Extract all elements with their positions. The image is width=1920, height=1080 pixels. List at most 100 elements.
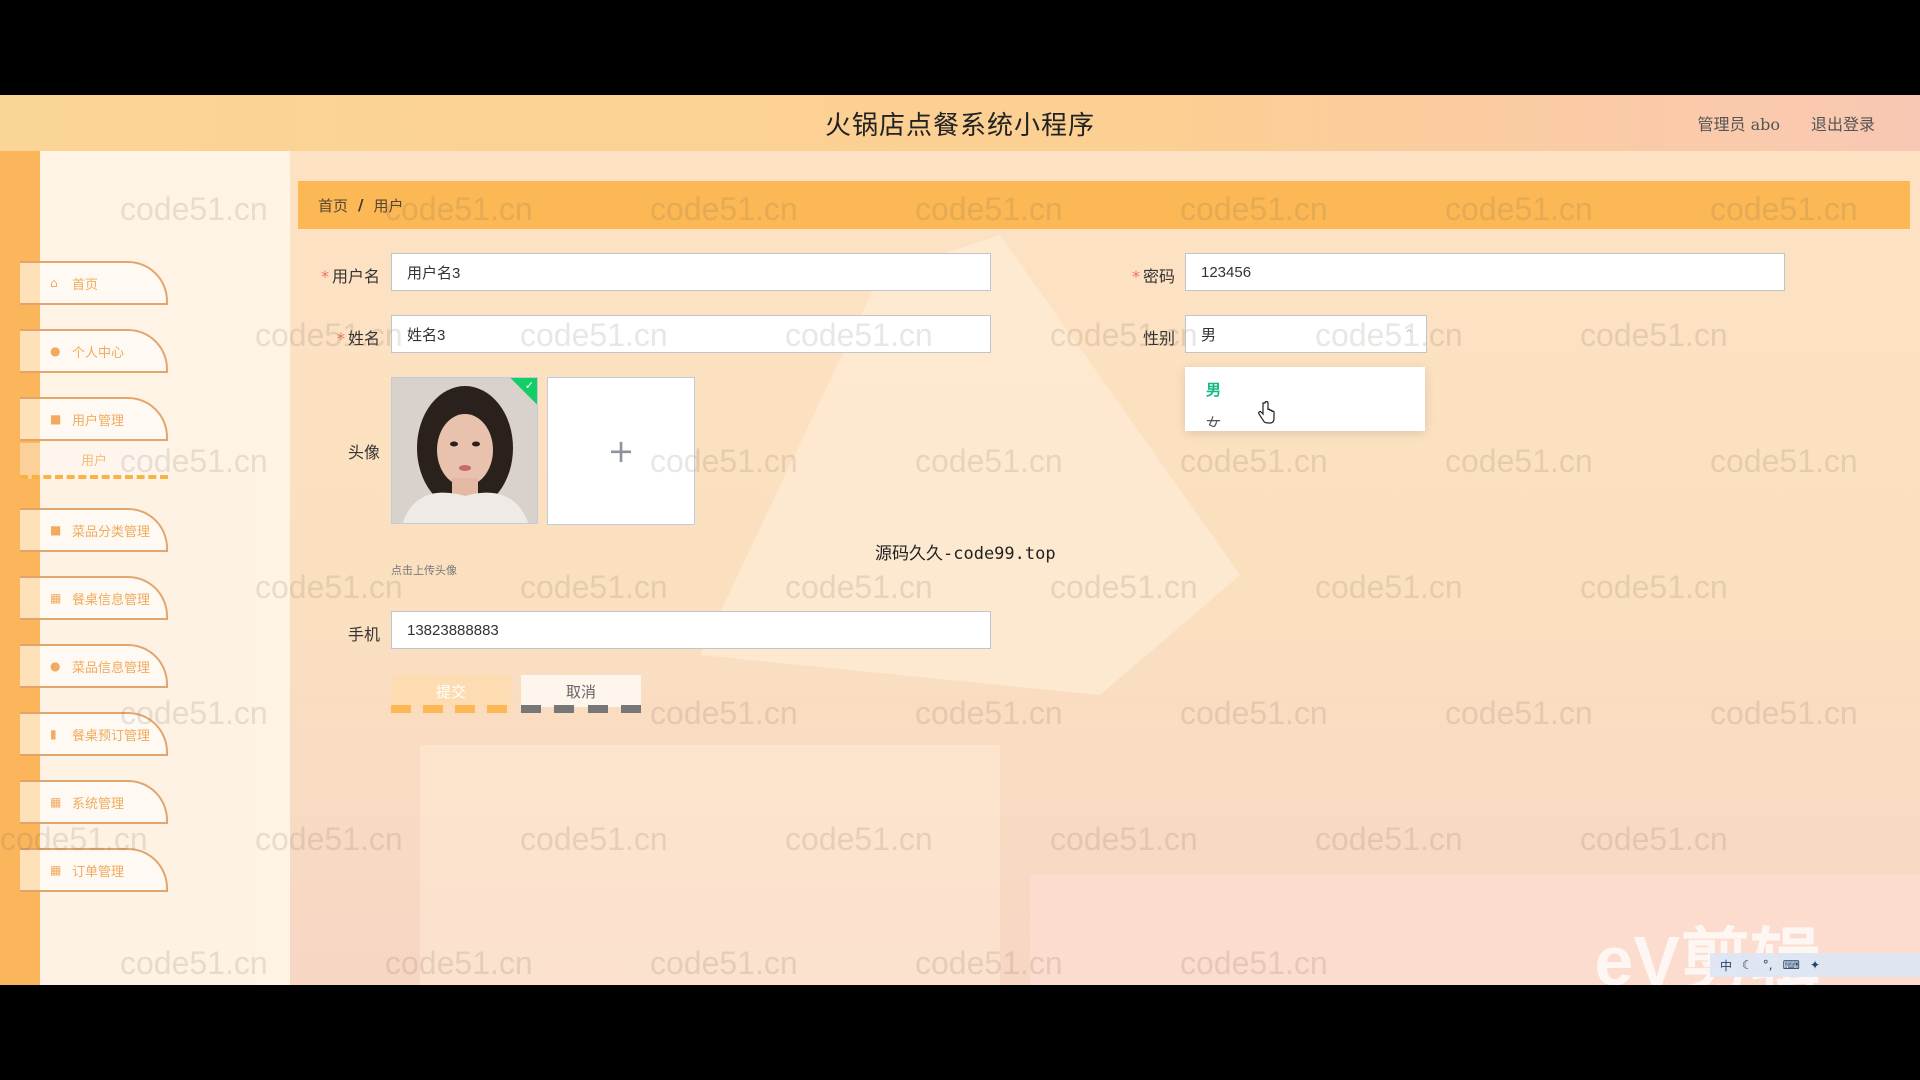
gender-select-value: 男	[1201, 326, 1217, 344]
keyboard-icon: ⌨	[1782, 958, 1800, 972]
watermark: code51.cn	[915, 945, 1063, 981]
watermark: code51.cn	[120, 945, 268, 981]
required-mark: *	[320, 267, 329, 286]
sidebar-item-label: 餐桌信息管理	[72, 592, 151, 608]
watermark: code51.cn	[785, 821, 933, 857]
input-method-icon: 中	[1720, 958, 1733, 973]
user-icon: ●	[50, 344, 61, 358]
gender-option-male[interactable]: 男	[1206, 379, 1221, 400]
overlay-watermark-text: 源码久久-code99.top	[875, 544, 1056, 564]
watermark: code51.cn	[650, 191, 798, 227]
system-tray: 中 ☾ °, ⌨ ✦	[1710, 953, 1920, 977]
watermark: code51.cn	[785, 569, 933, 605]
watermark: code51.cn	[915, 443, 1063, 479]
watermark: code51.cn	[650, 443, 798, 479]
watermark: code51.cn	[1315, 821, 1463, 857]
watermark: code51.cn	[120, 443, 268, 479]
watermark: code51.cn	[1050, 317, 1198, 353]
watermark: code51.cn	[650, 945, 798, 981]
watermark: code51.cn	[1180, 945, 1328, 981]
bulb-icon: ●	[50, 659, 61, 673]
sidebar-item-table-info[interactable]: ▦ 餐桌信息管理	[20, 576, 168, 620]
apps-icon: ▦	[50, 795, 62, 809]
watermark: code51.cn	[255, 569, 403, 605]
watermark: code51.cn	[1050, 569, 1198, 605]
watermark: code51.cn	[1580, 317, 1728, 353]
punctuation-icon: °,	[1762, 958, 1773, 972]
watermark: code51.cn	[1180, 443, 1328, 479]
sidebar-item-profile[interactable]: ● 个人中心	[20, 329, 168, 373]
chart-icon: ▮	[50, 727, 57, 741]
sidebar-item-label: 系统管理	[72, 796, 125, 812]
watermark: code51.cn	[1445, 695, 1593, 731]
watermark: code51.cn	[1445, 191, 1593, 227]
top-header: 火锅店点餐系统小程序 管理员 abo 退出登录	[0, 95, 1920, 151]
watermark: code51.cn	[1180, 191, 1328, 227]
required-mark: *	[1131, 267, 1140, 286]
username-input[interactable]: 用户名3	[391, 253, 991, 291]
apps-icon: ▦	[50, 863, 62, 877]
watermark: code51.cn	[1315, 317, 1463, 353]
watermark: code51.cn	[650, 695, 798, 731]
sidebar-item-dish-category[interactable]: ■ 菜品分类管理	[20, 508, 168, 552]
watermark: code51.cn	[120, 695, 268, 731]
avatar-image[interactable]: ✓	[391, 377, 538, 524]
watermark: code51.cn	[1580, 821, 1728, 857]
sidebar-item-label: 菜品分类管理	[72, 524, 151, 540]
watermark: code51.cn	[520, 317, 668, 353]
sidebar-item-label: 菜品信息管理	[72, 660, 151, 676]
sidebar-item-dish-info[interactable]: ● 菜品信息管理	[20, 644, 168, 688]
watermark: code51.cn	[1710, 443, 1858, 479]
sidebar-item-home[interactable]: ⌂ 首页	[20, 261, 168, 305]
sidebar-item-label: 用户管理	[72, 413, 125, 429]
breadcrumb: 首页 / 用户	[298, 181, 1910, 229]
grid-icon: ▦	[50, 591, 62, 605]
watermark: code51.cn	[785, 317, 933, 353]
moon-icon: ☾	[1742, 958, 1753, 972]
users-icon: ■	[50, 412, 62, 426]
phone-input[interactable]: 13823888883	[391, 611, 991, 649]
password-label: * 密码	[1131, 267, 1175, 286]
watermark: code51.cn	[915, 695, 1063, 731]
username-label: * 用户名	[320, 267, 380, 286]
admin-user-label: 管理员 abo	[1697, 115, 1780, 134]
hand-cursor-icon	[1258, 401, 1275, 424]
gender-option-female[interactable]: 女	[1206, 413, 1221, 427]
watermark: code51.cn	[120, 191, 268, 227]
watermark: code51.cn	[1315, 569, 1463, 605]
button-underline-decoration	[391, 705, 641, 713]
watermark: code51.cn	[1050, 821, 1198, 857]
password-input[interactable]: 123456	[1185, 253, 1785, 291]
watermark: code51.cn	[255, 317, 403, 353]
watermark: code51.cn	[255, 821, 403, 857]
watermark: code51.cn	[520, 569, 668, 605]
watermark: code51.cn	[915, 191, 1063, 227]
app-title: 火锅店点餐系统小程序	[824, 111, 1095, 141]
watermark: code51.cn	[1580, 569, 1728, 605]
plus-icon: +	[607, 432, 635, 470]
sidebar-item-label: 个人中心	[72, 345, 125, 361]
gender-dropdown: 男 女	[1185, 367, 1425, 431]
watermark: code51.cn	[1180, 695, 1328, 731]
logout-link[interactable]: 退出登录	[1811, 111, 1875, 135]
sidebar-item-label: 首页	[72, 277, 99, 293]
watermark: code51.cn	[385, 191, 533, 227]
home-icon: ⌂	[50, 276, 58, 290]
watermark: code51.cn	[1710, 695, 1858, 731]
watermark: code51.cn	[385, 945, 533, 981]
sidebar: ⌂ 首页 ● 个人中心 ■ 用户管理 用户 ■ 菜品分类管理 ▦ 餐桌信息管理 ● 菜品信息…	[20, 151, 290, 985]
submit-button[interactable]: 提交	[391, 675, 511, 707]
sidebar-item-user-management[interactable]: ■ 用户管理	[20, 397, 168, 441]
watermark: code51.cn	[1710, 191, 1858, 227]
phone-label: 手机	[347, 625, 380, 644]
sidebar-item-label: 订单管理	[72, 864, 125, 880]
settings-icon: ✦	[1809, 958, 1820, 972]
avatar-label: 头像	[347, 443, 380, 462]
cancel-button[interactable]: 取消	[521, 675, 641, 707]
folder-icon: ■	[50, 523, 62, 537]
sidebar-item-system[interactable]: ▦ 系统管理	[20, 780, 168, 824]
breadcrumb-home[interactable]: 首页	[318, 195, 348, 216]
watermark: code51.cn	[1445, 443, 1593, 479]
check-icon: ✓	[524, 379, 534, 392]
app-window: 火锅店点餐系统小程序 管理员 abo 退出登录 ⌂ 首页 ● 个人中心 ■ 用户管理 …	[0, 95, 1920, 985]
